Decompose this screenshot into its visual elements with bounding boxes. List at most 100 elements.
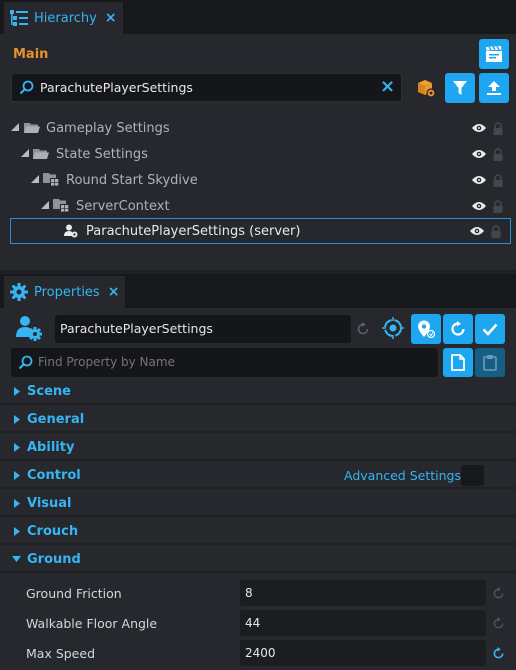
refresh-button[interactable]: [443, 314, 473, 344]
template-filter-button[interactable]: [413, 75, 439, 101]
prop-label: Walkable Floor Angle: [26, 615, 158, 631]
clapperboard-button[interactable]: [479, 39, 509, 69]
lock-icon[interactable]: [491, 224, 501, 238]
tree-item-round-start-skydive[interactable]: Round Start Skydive: [0, 167, 516, 193]
section-label: Ability: [27, 439, 75, 455]
filter-button[interactable]: [445, 73, 475, 103]
tab-hierarchy-label: Hierarchy: [34, 10, 97, 26]
gear-icon: [10, 283, 28, 301]
tree-item-parachute-player-settings[interactable]: ParachutePlayerSettings (server): [10, 218, 511, 244]
section-scene[interactable]: Scene: [0, 379, 516, 405]
prop-value-input[interactable]: 44: [240, 610, 486, 636]
tree-item-server-context[interactable]: ServerContext: [0, 193, 516, 219]
hierarchy-tabbar: Hierarchy ×: [0, 0, 516, 34]
section-label: General: [27, 411, 85, 427]
section-label: Crouch: [27, 523, 79, 539]
filter-funnel-icon: [452, 80, 468, 96]
find-property-field[interactable]: [11, 348, 438, 377]
caret-right-icon: [14, 442, 20, 452]
section-ability[interactable]: Ability: [0, 435, 516, 461]
tab-properties[interactable]: Properties ×: [4, 276, 126, 308]
tree-item-state-settings[interactable]: State Settings: [0, 141, 516, 167]
visibility-eye-icon[interactable]: [470, 226, 484, 236]
advanced-settings-checkbox[interactable]: [461, 465, 484, 486]
document-icon: [451, 354, 465, 371]
group-folder-icon: [53, 198, 70, 213]
player-settings-icon: [16, 315, 42, 341]
hierarchy-list-icon: [10, 10, 28, 26]
prop-row-ground-friction: Ground Friction 8: [0, 578, 516, 608]
prop-value-input[interactable]: 8: [240, 580, 486, 606]
visibility-eye-icon[interactable]: [472, 149, 486, 159]
clapperboard-icon: [485, 45, 503, 63]
reset-value-icon[interactable]: [492, 616, 505, 630]
reset-name-icon[interactable]: [356, 322, 370, 336]
find-property-input[interactable]: [38, 353, 418, 371]
tab-hierarchy[interactable]: Hierarchy ×: [4, 2, 123, 34]
networked-target-icon[interactable]: [382, 317, 404, 339]
folder-open-icon: [33, 147, 49, 161]
locate-pin-button[interactable]: [411, 314, 441, 344]
caret-down-icon: [12, 556, 21, 562]
lock-icon[interactable]: [493, 173, 503, 187]
visibility-eye-icon[interactable]: [472, 123, 486, 133]
section-label: Control: [27, 467, 81, 483]
section-visual[interactable]: Visual: [0, 491, 516, 517]
expand-arrow-icon[interactable]: [21, 149, 30, 158]
object-name-field[interactable]: ParachutePlayerSettings: [55, 315, 351, 343]
caret-right-icon: [14, 414, 20, 424]
tree-item-label: ServerContext: [76, 198, 170, 214]
tab-hierarchy-close-icon[interactable]: ×: [105, 10, 117, 26]
template-box-icon: [416, 78, 436, 98]
hierarchy-scope-label: Main: [13, 47, 49, 62]
caret-right-icon: [14, 526, 20, 536]
tree-item-label: Gameplay Settings: [46, 120, 170, 136]
hierarchy-panel: Main ParachutePlayerSettings × Gameplay …: [0, 34, 516, 270]
player-settings-icon: [64, 224, 78, 238]
copy-properties-button[interactable]: [443, 348, 473, 377]
tab-properties-label: Properties: [34, 284, 100, 300]
section-control[interactable]: Control Advanced Settings: [0, 463, 516, 489]
section-label: Scene: [27, 383, 71, 399]
caret-right-icon: [14, 470, 20, 480]
lock-icon[interactable]: [493, 121, 503, 135]
lock-icon[interactable]: [493, 199, 503, 213]
tab-properties-close-icon[interactable]: ×: [108, 284, 120, 300]
section-label: Visual: [27, 495, 72, 511]
properties-panel: ParachutePlayerSettings Find Property by…: [0, 308, 516, 670]
visibility-eye-icon[interactable]: [472, 175, 486, 185]
reset-value-icon[interactable]: [492, 586, 505, 600]
tree-item-label: Round Start Skydive: [66, 172, 198, 188]
hierarchy-search-field[interactable]: ParachutePlayerSettings ×: [11, 73, 402, 102]
section-crouch[interactable]: Crouch: [0, 519, 516, 545]
hierarchy-search-input[interactable]: ParachutePlayerSettings: [40, 80, 193, 95]
search-icon: [19, 80, 34, 95]
prop-label: Ground Friction: [26, 585, 122, 601]
folder-open-icon: [24, 121, 40, 135]
section-ground[interactable]: Ground: [0, 547, 516, 573]
reset-value-icon[interactable]: [492, 646, 505, 660]
upload-button[interactable]: [479, 73, 509, 103]
prop-row-walkable-floor-angle: Walkable Floor Angle 44: [0, 608, 516, 638]
search-icon: [18, 355, 33, 370]
prop-value-input[interactable]: 2400: [240, 640, 486, 666]
properties-tabbar: Properties ×: [0, 274, 516, 308]
lock-icon[interactable]: [493, 147, 503, 161]
caret-right-icon: [14, 498, 20, 508]
expand-arrow-icon[interactable]: [11, 123, 20, 132]
paste-properties-button[interactable]: [475, 348, 505, 377]
checkmark-icon: [482, 321, 498, 337]
visibility-eye-icon[interactable]: [472, 201, 486, 211]
expand-arrow-icon[interactable]: [31, 175, 40, 184]
confirm-button[interactable]: [475, 314, 505, 344]
section-general[interactable]: General: [0, 407, 516, 433]
expand-arrow-icon[interactable]: [41, 201, 50, 210]
refresh-icon: [450, 321, 466, 337]
clipboard-icon: [483, 354, 497, 371]
object-name-input[interactable]: ParachutePlayerSettings: [60, 321, 213, 336]
tree-item-gameplay-settings[interactable]: Gameplay Settings: [0, 115, 516, 141]
search-clear-icon[interactable]: ×: [380, 76, 395, 97]
prop-label: Max Speed: [26, 645, 96, 661]
prop-row-max-speed: Max Speed 2400: [0, 638, 516, 668]
upload-icon: [486, 80, 502, 96]
